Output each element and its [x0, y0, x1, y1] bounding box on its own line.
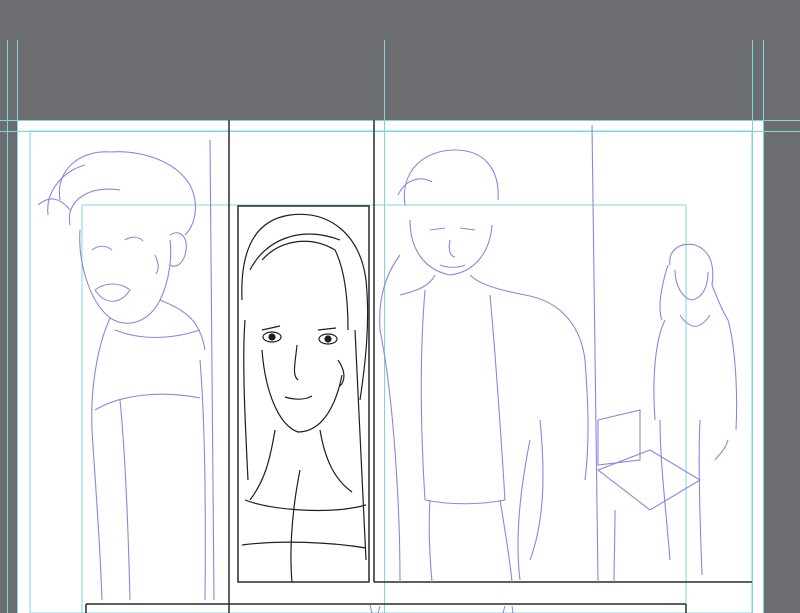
safe-area-guides — [29, 130, 753, 613]
artwork-layer — [29, 120, 753, 613]
panel-3-sketch — [379, 124, 738, 583]
panel-2-ink — [241, 213, 369, 583]
panel-1-sketch — [37, 139, 215, 601]
panel-borders — [85, 120, 752, 613]
drawing-canvas[interactable] — [0, 0, 800, 613]
panel-4-sketch — [369, 604, 514, 613]
